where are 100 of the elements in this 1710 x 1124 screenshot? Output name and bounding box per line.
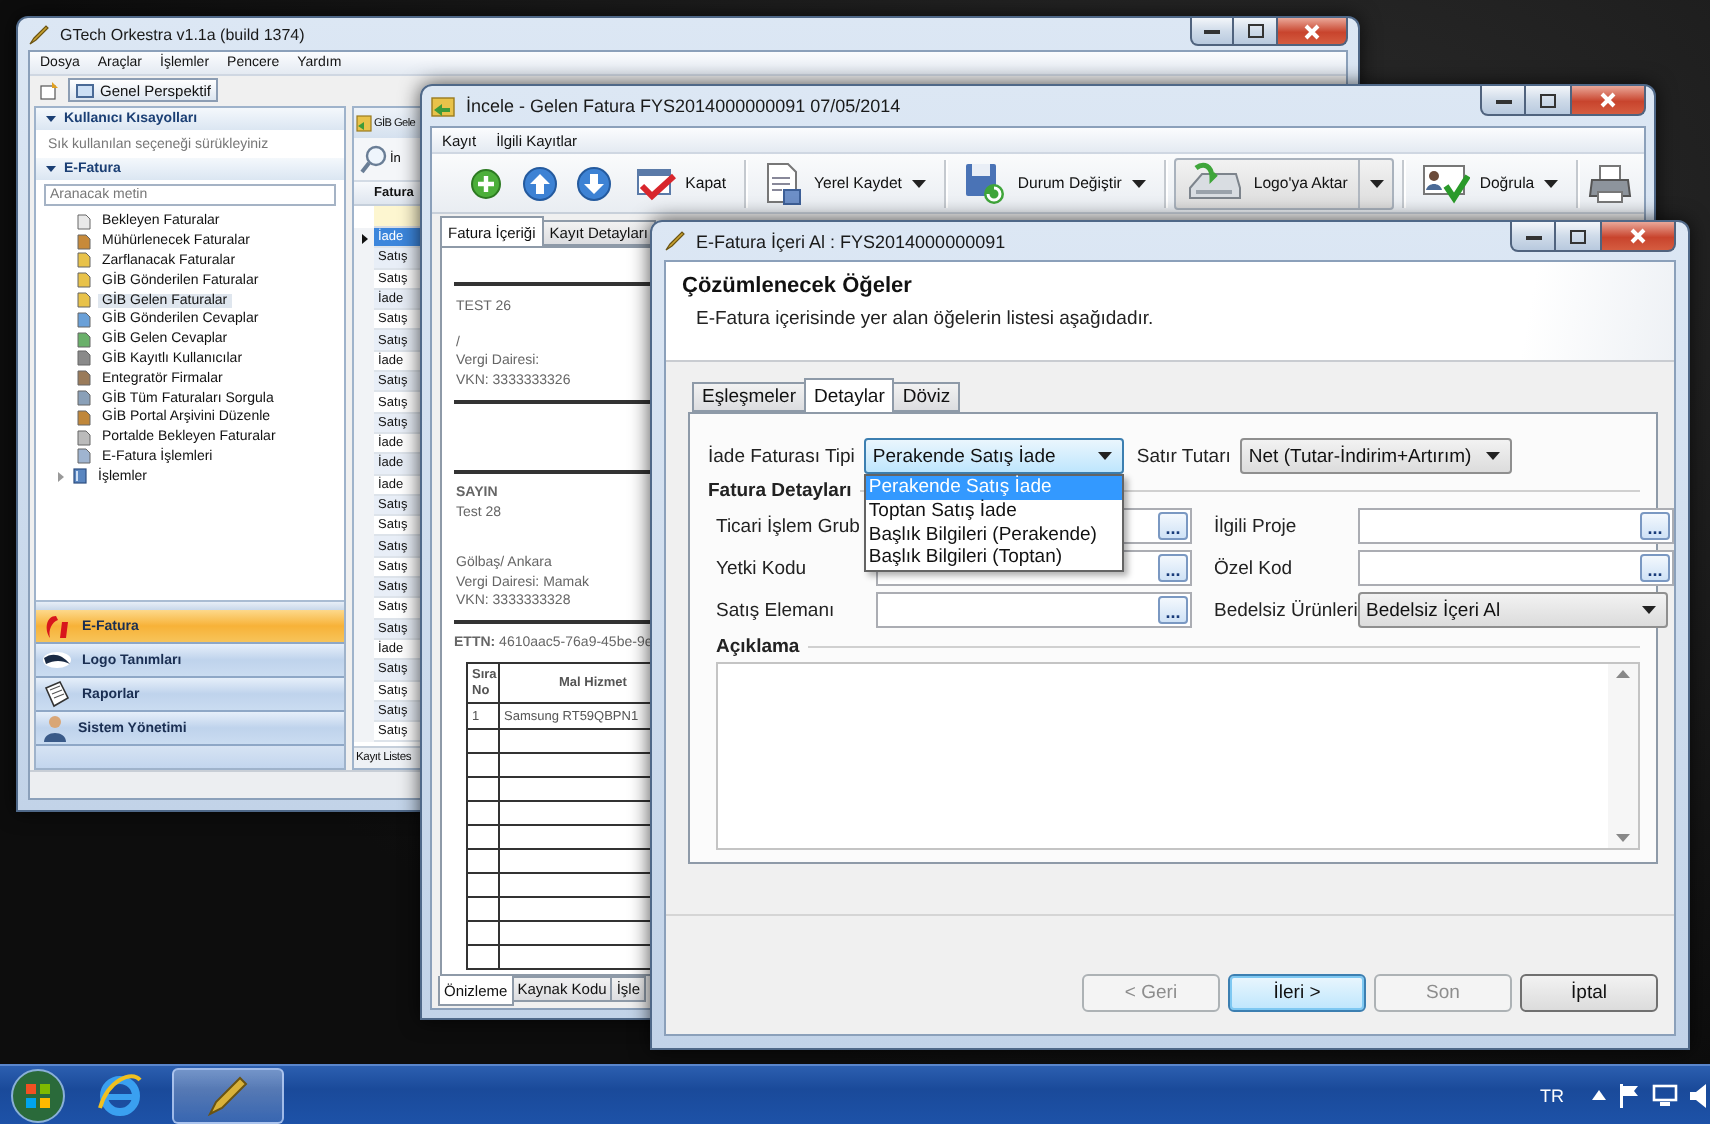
maximize-button[interactable] xyxy=(1234,18,1278,46)
notepad-icon xyxy=(42,680,72,708)
minimize-button[interactable] xyxy=(1480,86,1526,116)
minimize-icon xyxy=(1204,28,1220,34)
wizard-button[interactable]: İleri > xyxy=(1228,974,1366,1012)
maximize-icon xyxy=(1540,93,1556,107)
expander-icon[interactable] xyxy=(56,471,66,482)
group-title: Açıklama xyxy=(716,636,800,658)
row-pointer-icon xyxy=(361,233,367,244)
caret-icon[interactable] xyxy=(1642,606,1656,614)
dialog-description: E-Fatura içerisinde yer alan öğelerin listesi aşağıdadır. xyxy=(694,308,1156,330)
document-icon xyxy=(764,161,805,205)
tab[interactable]: Döviz xyxy=(892,382,961,412)
drive-icon xyxy=(1183,161,1244,205)
browse-button[interactable]: ... xyxy=(1158,554,1188,582)
minimize-icon xyxy=(1495,97,1511,103)
window-title: E-Fatura İçeri Al : FYS2014000000091 xyxy=(696,231,1006,251)
tab[interactable]: Eşleşmeler xyxy=(692,382,806,412)
close-button[interactable] xyxy=(1572,86,1646,116)
tab[interactable]: Detaylar xyxy=(804,378,895,412)
caret-icon[interactable] xyxy=(1131,179,1146,187)
close-icon xyxy=(1304,23,1320,39)
caret-icon[interactable] xyxy=(1486,452,1501,460)
add-icon xyxy=(470,167,503,199)
pen-icon xyxy=(204,1071,252,1119)
swoosh-icon xyxy=(42,648,72,672)
speaker-icon[interactable] xyxy=(1690,1083,1710,1107)
caret-icon[interactable] xyxy=(911,179,926,187)
minimize-button[interactable] xyxy=(1190,18,1234,46)
maximize-button[interactable] xyxy=(1526,86,1572,116)
group-title: Fatura Detayları xyxy=(708,480,852,502)
minimize-button[interactable] xyxy=(1510,222,1556,252)
field-label: Yetki Kodu xyxy=(716,557,809,579)
perspective-icon[interactable] xyxy=(40,81,60,99)
logo-icon xyxy=(42,613,72,639)
network-icon[interactable] xyxy=(1652,1083,1678,1107)
browser-icon xyxy=(96,1071,144,1119)
row-header-cell[interactable] xyxy=(354,228,374,249)
language-indicator[interactable]: TR xyxy=(1540,1085,1564,1105)
field-label: Bedelsiz Ürünleri xyxy=(1214,599,1358,621)
browse-button[interactable]: ... xyxy=(1158,512,1188,540)
minimize-icon xyxy=(1525,233,1541,239)
maximize-icon xyxy=(1570,229,1586,243)
book-icon xyxy=(72,468,88,485)
return-type-dropdown[interactable]: Perakende Satış İade xyxy=(864,438,1125,474)
dropdown-option[interactable]: Toptan Satış İade xyxy=(866,499,1123,523)
lookup-field[interactable]: ... xyxy=(876,592,1192,628)
checkmark-icon xyxy=(635,165,676,201)
search-icon xyxy=(360,143,388,175)
taskbar-app-button[interactable] xyxy=(172,1067,284,1123)
maximize-icon xyxy=(1247,24,1263,38)
close-icon xyxy=(1630,228,1646,244)
splitter-handle[interactable] xyxy=(36,600,344,610)
floppy-disk-icon xyxy=(963,161,1008,205)
maximize-button[interactable] xyxy=(1556,222,1602,252)
window-icon xyxy=(76,83,94,97)
dialog-heading: Çözümlenecek Öğeler xyxy=(682,274,914,298)
folder-icon xyxy=(356,114,372,132)
lookup-field[interactable]: ... xyxy=(1358,550,1674,586)
wizard-button[interactable]: İptal xyxy=(1520,974,1658,1012)
close-button[interactable] xyxy=(1602,222,1676,252)
scroll-down-icon[interactable] xyxy=(1616,834,1630,842)
row-header-cell[interactable] xyxy=(354,722,374,743)
show-hidden-icons-icon[interactable] xyxy=(1592,1090,1606,1100)
printer-icon xyxy=(1587,163,1632,203)
folder-icon xyxy=(430,94,456,118)
browse-button[interactable]: ... xyxy=(1640,512,1670,540)
notes-field[interactable] xyxy=(716,662,1640,850)
line-amount-dropdown[interactable]: Net (Tutar-İndirim+Artırım) xyxy=(1240,438,1513,474)
field-label: İade Faturası Tipi xyxy=(708,445,855,467)
start-orb-icon xyxy=(10,1067,66,1123)
flag-icon[interactable] xyxy=(1618,1083,1640,1107)
scroll-up-icon[interactable] xyxy=(1616,670,1630,678)
field-label: Satır Tutarı xyxy=(1136,445,1231,467)
pen-icon xyxy=(664,230,686,252)
dropdown-option[interactable]: Başlık Bilgileri (Perakende) xyxy=(866,522,1123,547)
field-label: İlgili Proje xyxy=(1214,515,1299,537)
dropdown-option[interactable]: Başlık Bilgileri (Toptan) xyxy=(866,546,1123,570)
close-icon xyxy=(1600,92,1616,108)
caret-icon[interactable] xyxy=(1369,179,1384,187)
id-card-icon xyxy=(1421,163,1470,203)
browse-button[interactable]: ... xyxy=(1640,554,1670,582)
field-label: Ticari İşlem Grub xyxy=(716,515,862,537)
free-items-dropdown[interactable]: Bedelsiz İçeri Al xyxy=(1358,592,1668,628)
start-button[interactable] xyxy=(8,1067,68,1123)
window-title: GTech Orkestra v1.1a (build 1374) xyxy=(60,25,305,43)
expand-icon[interactable] xyxy=(46,164,56,174)
caret-icon[interactable] xyxy=(1098,452,1113,460)
window-title: İncele - Gelen Fatura FYS2014000000091 07/05/2014 xyxy=(466,96,901,116)
lookup-field[interactable]: ... xyxy=(1358,508,1674,544)
field-label: Satış Elemanı xyxy=(716,599,837,621)
field-label: Özel Kod xyxy=(1214,557,1295,579)
print-button[interactable] xyxy=(1586,159,1632,207)
close-button[interactable] xyxy=(1278,18,1348,46)
browse-button[interactable]: ... xyxy=(1158,596,1188,624)
caret-icon[interactable] xyxy=(1544,179,1559,187)
scrollbar[interactable] xyxy=(1608,664,1638,848)
person-icon xyxy=(42,714,68,742)
pen-icon xyxy=(28,23,50,45)
expand-icon[interactable] xyxy=(46,114,56,124)
